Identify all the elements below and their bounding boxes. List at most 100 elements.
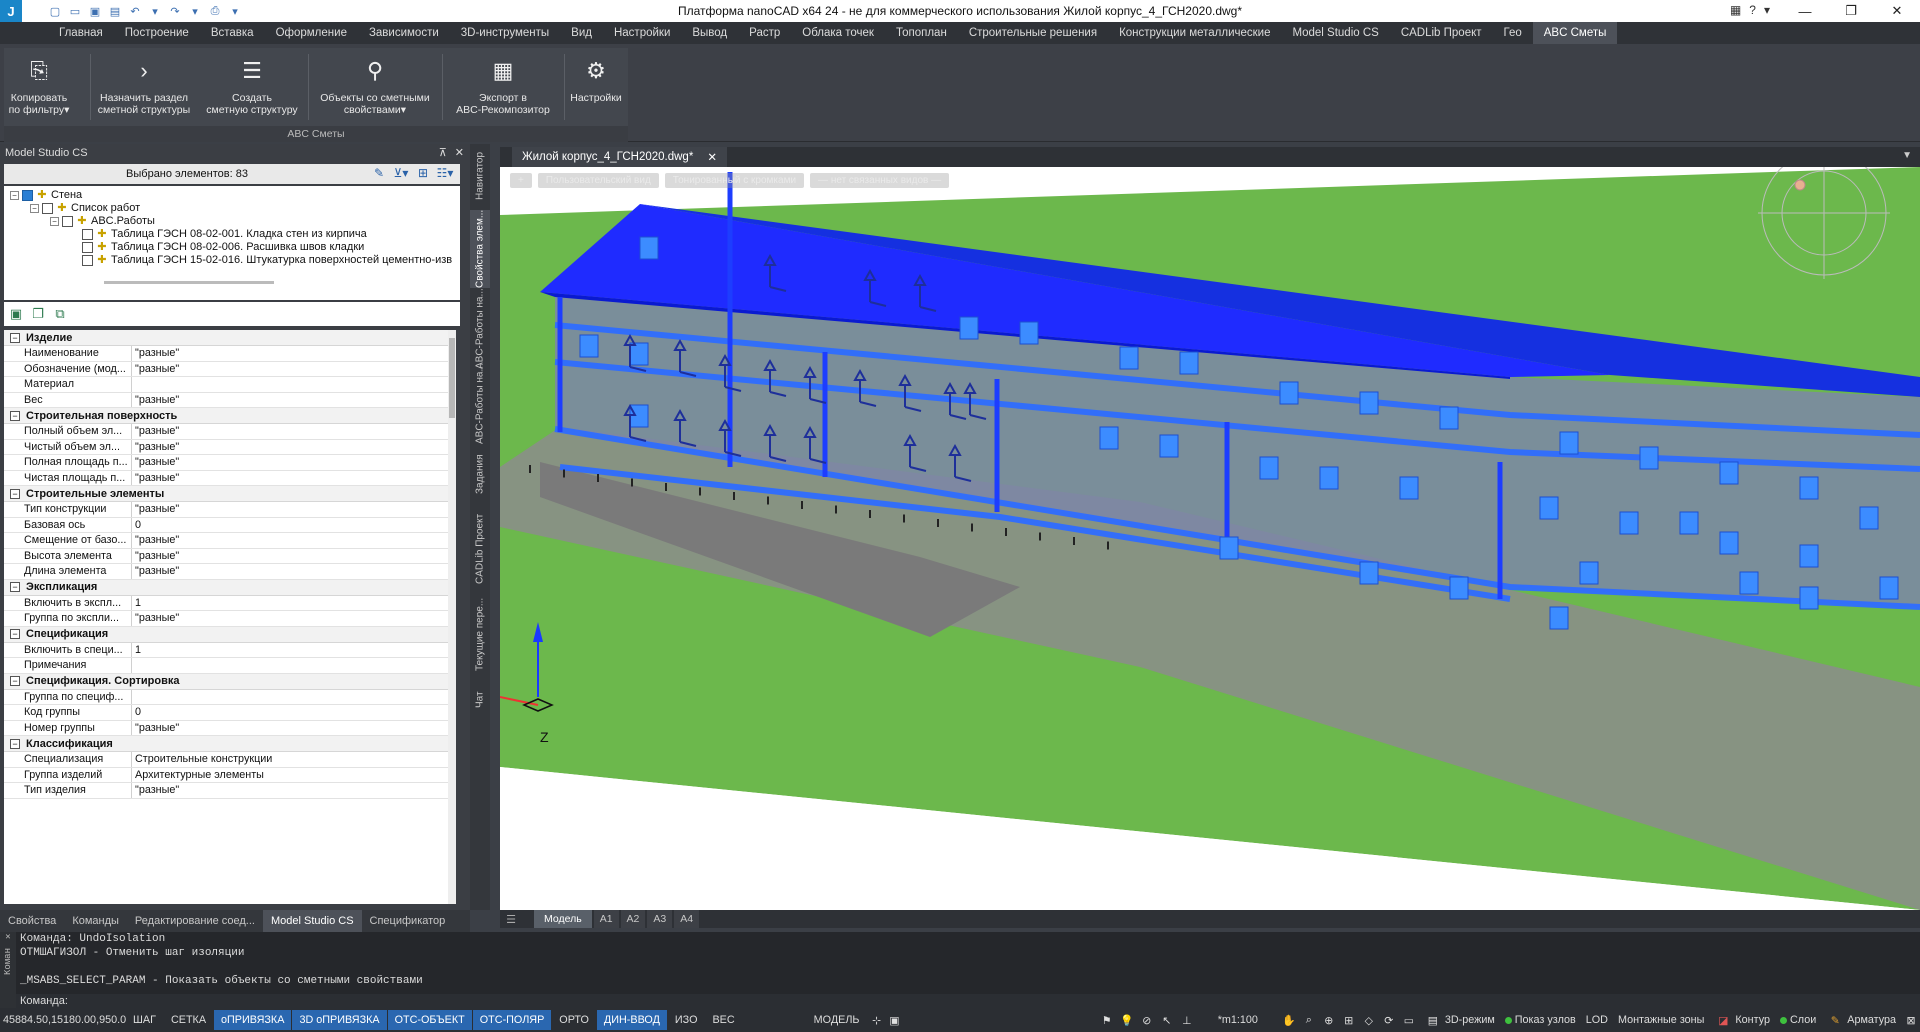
- document-close-icon[interactable]: ✕: [707, 150, 717, 164]
- ribbon-tab[interactable]: Конструкции металлические: [1108, 22, 1281, 44]
- ribbon-tab[interactable]: Model Studio CS: [1282, 22, 1390, 44]
- zoom-window-icon[interactable]: ⊕: [1320, 1014, 1338, 1027]
- ribbon-tab[interactable]: Зависимости: [358, 22, 450, 44]
- create-structure-button[interactable]: ☰ Создать сметную структуру: [200, 50, 304, 122]
- property-row[interactable]: Обозначение (мод... "разные": [4, 361, 456, 377]
- lightbulb-icon[interactable]: 💡: [1118, 1014, 1136, 1027]
- property-value[interactable]: Архитектурные элементы: [132, 769, 264, 781]
- property-row[interactable]: Специализация Строительные конструкции: [4, 752, 456, 768]
- pick-icon[interactable]: ✎: [370, 166, 388, 182]
- property-row[interactable]: Включить в специ... 1: [4, 642, 456, 658]
- panel-bottom-tab[interactable]: Свойства: [0, 910, 64, 932]
- property-value[interactable]: "разные": [132, 722, 179, 734]
- property-value[interactable]: 1: [132, 597, 141, 609]
- new-file-icon[interactable]: ▢: [48, 4, 62, 18]
- quick-select-icon[interactable]: ⊞: [414, 166, 432, 182]
- add-work-icon[interactable]: ▣: [8, 306, 24, 322]
- property-value[interactable]: "разные": [132, 347, 179, 359]
- property-row[interactable]: Тип изделия "разные": [4, 783, 456, 799]
- side-tab[interactable]: Свойства элем...: [470, 210, 490, 288]
- status-toggle[interactable]: ДИН-ВВОД: [596, 1010, 667, 1030]
- panel-bottom-tab[interactable]: Команды: [64, 910, 127, 932]
- property-value[interactable]: "разные": [132, 503, 179, 515]
- property-value[interactable]: "разные": [132, 363, 179, 375]
- ribbon-tab[interactable]: Вывод: [681, 22, 738, 44]
- property-value[interactable]: Строительные конструкции: [132, 753, 272, 765]
- property-value[interactable]: 0: [132, 706, 141, 718]
- property-row[interactable]: Материал: [4, 377, 456, 393]
- property-value[interactable]: "разные": [132, 394, 179, 406]
- section-collapse-icon[interactable]: −: [10, 676, 20, 686]
- property-row[interactable]: Наименование "разные": [4, 346, 456, 362]
- ribbon-tab[interactable]: Оформление: [265, 22, 358, 44]
- command-prompt[interactable]: Команда:: [16, 994, 1920, 1008]
- view-options-icon[interactable]: ☷▾: [436, 166, 454, 182]
- status-toggle[interactable]: ШАГ: [126, 1010, 163, 1030]
- mount-zones-toggle[interactable]: Монтажные зоны: [1614, 1014, 1708, 1026]
- annotation-icon[interactable]: ⚑: [1098, 1014, 1116, 1027]
- layout-tab[interactable]: A3: [647, 910, 673, 928]
- redo-icon[interactable]: ↷: [168, 4, 182, 18]
- assign-section-button[interactable]: › Назначить раздел сметной структуры: [92, 50, 196, 122]
- zoom-icon[interactable]: ⌕: [1300, 1014, 1318, 1027]
- panel-bottom-tab[interactable]: Model Studio CS: [262, 910, 362, 932]
- property-section[interactable]: − Классификация: [4, 736, 456, 752]
- property-value[interactable]: 0: [132, 519, 141, 531]
- property-value[interactable]: "разные": [132, 612, 179, 624]
- section-collapse-icon[interactable]: −: [10, 410, 20, 421]
- tree-checkbox[interactable]: [82, 228, 93, 240]
- show-nodes-toggle[interactable]: Показ узлов: [1501, 1014, 1580, 1026]
- property-value[interactable]: "разные": [132, 534, 179, 546]
- settings-button[interactable]: ⚙ Настройки: [566, 50, 626, 122]
- side-tab[interactable]: ABC-Работы на...: [470, 364, 490, 445]
- scroll-thumb[interactable]: [449, 338, 455, 418]
- tree-checkbox[interactable]: [62, 215, 73, 227]
- view-control-button[interactable]: Тонированный с кромками: [664, 173, 805, 188]
- side-tab[interactable]: Навигатор: [470, 144, 490, 208]
- property-row[interactable]: Вес "разные": [4, 392, 456, 408]
- property-section[interactable]: − Спецификация: [4, 626, 456, 643]
- side-tab[interactable]: Задания: [470, 440, 490, 508]
- side-tab[interactable]: CADLib Проект: [470, 510, 490, 588]
- property-row[interactable]: Включить в экспл... 1: [4, 595, 456, 611]
- maximize-icon[interactable]: ❐: [1828, 0, 1874, 22]
- view-control-button[interactable]: +: [510, 173, 532, 188]
- undo-icon[interactable]: ↶: [128, 4, 142, 18]
- isolate-icon[interactable]: ⊘: [1138, 1014, 1156, 1027]
- layout-icon[interactable]: ▣: [886, 1014, 904, 1027]
- ucs-icon[interactable]: ⊥: [1178, 1014, 1196, 1027]
- print-icon[interactable]: ⎙: [208, 4, 222, 18]
- document-tab[interactable]: Жилой корпус_4_ГСН2020.dwg* ✕: [512, 147, 727, 167]
- section-collapse-icon[interactable]: −: [10, 488, 20, 499]
- tree-checkbox[interactable]: [82, 254, 93, 266]
- ribbon-tab[interactable]: Вставка: [200, 22, 265, 44]
- ribbon-tab[interactable]: ABC Сметы: [1532, 22, 1618, 44]
- view-control-button[interactable]: Пользовательский вид: [537, 173, 659, 188]
- side-tab[interactable]: Текущие пере...: [470, 590, 490, 678]
- orbit-icon[interactable]: ⟳: [1380, 1014, 1398, 1027]
- app-logo[interactable]: J: [0, 0, 22, 22]
- panel-bottom-tab[interactable]: Спецификатор: [362, 910, 454, 932]
- layers-toggle[interactable]: Слои: [1776, 1014, 1820, 1026]
- select-icon[interactable]: ↖: [1158, 1014, 1176, 1027]
- layout-tab[interactable]: Модель: [534, 910, 592, 928]
- copy-work-icon[interactable]: ❐: [30, 306, 46, 322]
- undo-dropdown-icon[interactable]: ▾: [148, 4, 162, 18]
- layout-tab[interactable]: A2: [620, 910, 646, 928]
- property-value[interactable]: "разные": [132, 565, 179, 577]
- property-value[interactable]: "разные": [132, 472, 179, 484]
- property-value[interactable]: "разные": [132, 550, 179, 562]
- property-row[interactable]: Чистый объем эл... "разные": [4, 439, 456, 455]
- display-icon[interactable]: ▭: [1400, 1014, 1418, 1027]
- redo-dropdown-icon[interactable]: ▾: [188, 4, 202, 18]
- property-row[interactable]: Длина элемента "разные": [4, 564, 456, 580]
- coordinates-readout[interactable]: 45884.50,15180.00,950.0: [0, 1014, 126, 1026]
- status-toggle[interactable]: ОТС-ОБЪЕКТ: [387, 1010, 472, 1030]
- section-collapse-icon[interactable]: −: [10, 582, 20, 592]
- tabs-dropdown-icon[interactable]: ▼: [1902, 150, 1912, 161]
- panel-close-icon[interactable]: ✕: [455, 146, 464, 159]
- property-section[interactable]: − Строительная поверхность: [4, 408, 456, 424]
- ribbon-tab[interactable]: Главная: [48, 22, 114, 44]
- status-toggle[interactable]: ИЗО: [668, 1010, 705, 1030]
- ribbon-tab[interactable]: Растр: [738, 22, 791, 44]
